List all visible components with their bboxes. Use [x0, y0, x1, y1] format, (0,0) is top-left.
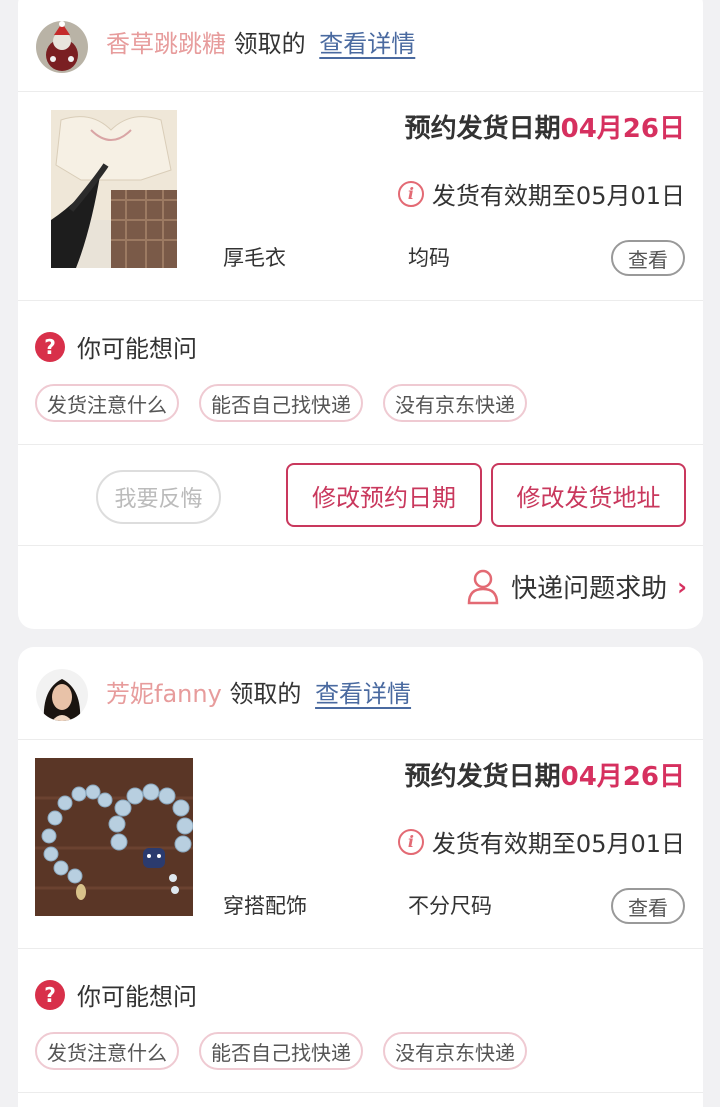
- validity-line: i 发货有效期至05月01日: [397, 176, 685, 211]
- product-image[interactable]: [35, 758, 193, 916]
- faq-title-text: 你可能想问: [77, 983, 197, 1011]
- header-text: 香草跳跳糖 领取的 查看详情: [106, 26, 415, 62]
- modify-address-button[interactable]: 修改发货地址: [491, 463, 686, 527]
- courier-help-link[interactable]: 快递问题求助 ›: [467, 568, 687, 605]
- appointment-date: 预约发货日期04月26日: [405, 108, 685, 145]
- product-row: 预约发货日期04月26日 i 发货有效期至05月01日 穿搭配饰 不分尺码 查看: [18, 740, 703, 949]
- validity-text: 发货有效期至05月01日: [431, 830, 685, 858]
- info-icon: i: [397, 180, 424, 207]
- faq-title: ? 你可能想问: [35, 329, 197, 364]
- appointment-label: 预约发货日期: [404, 762, 561, 792]
- faq-chips: 发货注意什么 能否自己找快递 没有京东快递: [35, 384, 547, 422]
- appointment-date: 预约发货日期04月26日: [405, 756, 685, 793]
- faq-section: ? 你可能想问 发货注意什么 能否自己找快递 没有京东快递: [18, 949, 703, 1093]
- action-bar: 我要反悔 修改预约日期 修改发货地址: [18, 445, 703, 546]
- help-row: 快递问题求助 ›: [18, 546, 703, 629]
- product-category: 穿搭配饰: [223, 894, 307, 918]
- faq-chip[interactable]: 没有京东快递: [383, 1032, 527, 1070]
- view-button[interactable]: 查看: [611, 240, 685, 276]
- faq-chip[interactable]: 发货注意什么: [35, 1032, 179, 1070]
- faq-chip[interactable]: 没有京东快递: [383, 384, 527, 422]
- modify-date-button[interactable]: 修改预约日期: [286, 463, 482, 527]
- faq-section: ? 你可能想问 发货注意什么 能否自己找快递 没有京东快递: [18, 301, 703, 445]
- appointment-date-value: 04月26日: [560, 762, 685, 792]
- appointment-date-value: 04月26日: [560, 114, 685, 144]
- header-text: 芳妮fanny 领取的 查看详情: [106, 676, 411, 712]
- faq-chip[interactable]: 能否自己找快递: [199, 1032, 363, 1070]
- regret-button[interactable]: 我要反悔: [96, 470, 221, 524]
- card-header: 芳妮fanny 领取的 查看详情: [18, 647, 703, 740]
- product-category: 厚毛衣: [223, 246, 286, 270]
- validity-text: 发货有效期至05月01日: [431, 182, 685, 210]
- order-card: 芳妮fanny 领取的 查看详情 预约发货日期04月26日 i 发货有效期至05…: [18, 647, 703, 1107]
- faq-title: ? 你可能想问: [35, 977, 197, 1012]
- product-row: 预约发货日期04月26日 i 发货有效期至05月01日 厚毛衣 均码 查看: [18, 92, 703, 301]
- view-details-link[interactable]: 查看详情: [315, 680, 411, 708]
- courier-help-label: 快递问题求助: [511, 574, 668, 604]
- product-image[interactable]: [51, 110, 177, 268]
- avatar[interactable]: [36, 21, 88, 73]
- faq-chips: 发货注意什么 能否自己找快递 没有京东快递: [35, 1032, 547, 1070]
- appointment-label: 预约发货日期: [404, 114, 561, 144]
- user-name[interactable]: 芳妮fanny: [106, 680, 222, 708]
- question-icon: ?: [35, 331, 65, 362]
- faq-chip[interactable]: 发货注意什么: [35, 384, 179, 422]
- product-size: 均码: [408, 246, 450, 270]
- validity-line: i 发货有效期至05月01日: [397, 824, 685, 859]
- received-text: 领取的: [233, 30, 306, 58]
- received-text: 领取的: [229, 680, 302, 708]
- person-icon: [467, 569, 499, 604]
- product-size: 不分尺码: [408, 894, 492, 918]
- avatar[interactable]: [36, 669, 88, 721]
- order-card: 香草跳跳糖 领取的 查看详情 预约发货日期04月26日 i 发货有效期至05月0…: [18, 0, 703, 629]
- question-icon: ?: [35, 979, 65, 1010]
- view-button[interactable]: 查看: [611, 888, 685, 924]
- view-details-link[interactable]: 查看详情: [319, 30, 415, 58]
- info-icon: i: [397, 828, 424, 855]
- chevron-right-icon: ›: [677, 572, 687, 601]
- card-header: 香草跳跳糖 领取的 查看详情: [18, 0, 703, 92]
- user-name[interactable]: 香草跳跳糖: [106, 30, 226, 58]
- faq-chip[interactable]: 能否自己找快递: [199, 384, 363, 422]
- faq-title-text: 你可能想问: [77, 335, 197, 363]
